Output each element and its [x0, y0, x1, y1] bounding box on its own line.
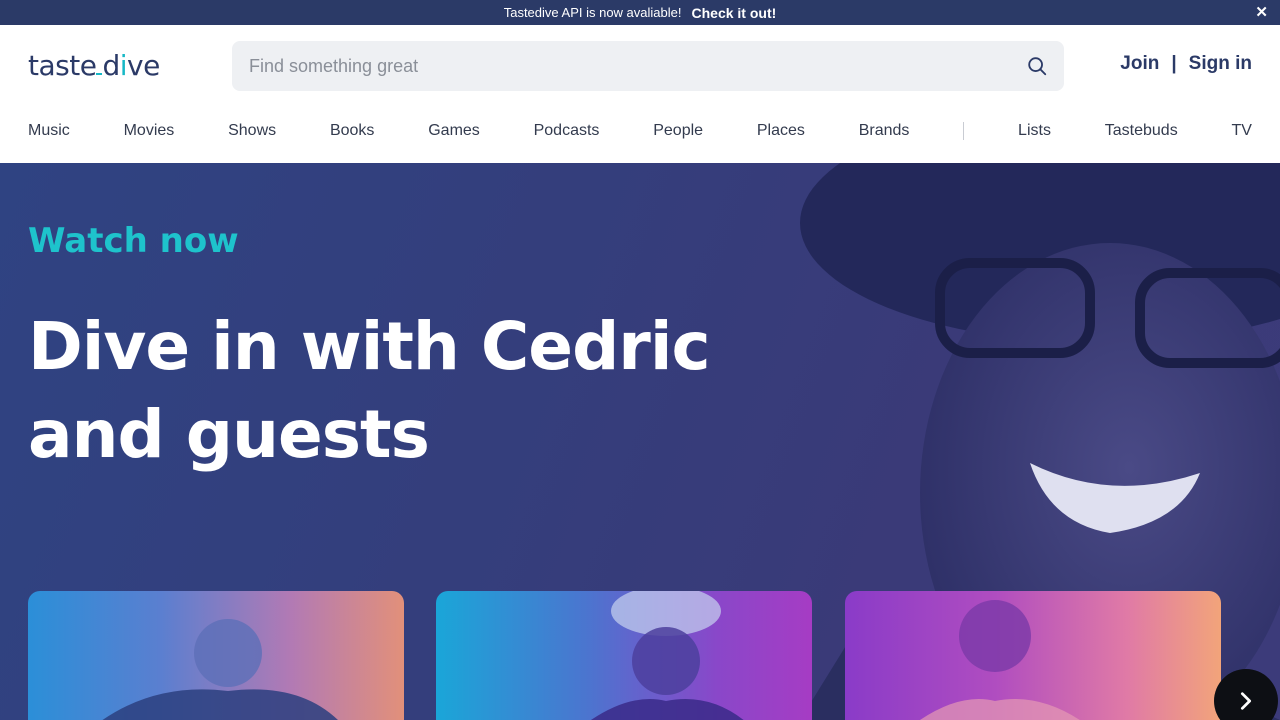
- nav-item-people[interactable]: People: [653, 122, 703, 140]
- nav-item-tastebuds[interactable]: Tastebuds: [1105, 122, 1178, 140]
- episode-card[interactable]: [28, 591, 404, 720]
- join-link[interactable]: Join: [1120, 53, 1159, 75]
- search-bar: [232, 41, 1064, 91]
- hero-eyebrow[interactable]: Watch now: [28, 221, 239, 261]
- nav-divider: [963, 122, 965, 140]
- auth-links: Join | Sign in: [1120, 53, 1252, 75]
- nav-item-brands[interactable]: Brands: [859, 122, 910, 140]
- tastedive-logo[interactable]: taste dive: [28, 49, 160, 82]
- sign-in-link[interactable]: Sign in: [1189, 53, 1252, 75]
- auth-separator: |: [1171, 53, 1177, 74]
- search-input[interactable]: [232, 55, 992, 77]
- episode-card[interactable]: [845, 591, 1221, 720]
- chevron-right-icon: [1240, 692, 1252, 710]
- nav-item-games[interactable]: Games: [428, 122, 480, 140]
- announcement-banner: Tastedive API is now avaliable! Check it…: [0, 0, 1280, 25]
- nav-item-books[interactable]: Books: [330, 122, 374, 140]
- nav-item-tv[interactable]: TV: [1232, 122, 1252, 140]
- close-icon[interactable]: ✕: [1255, 3, 1268, 21]
- category-nav: Music Movies Shows Books Games Podcasts …: [28, 122, 1252, 140]
- hero-section: Watch now Dive in with Cedric and guests: [0, 163, 1280, 720]
- guest-thumbnail-image: [102, 619, 338, 720]
- nav-item-podcasts[interactable]: Podcasts: [534, 122, 600, 140]
- nav-item-shows[interactable]: Shows: [228, 122, 276, 140]
- banner-cta-link[interactable]: Check it out!: [692, 5, 777, 21]
- banner-message: Tastedive API is now avaliable!: [503, 5, 682, 20]
- search-icon[interactable]: [1026, 55, 1048, 77]
- nav-item-lists[interactable]: Lists: [1018, 122, 1051, 140]
- hero-headline: Dive in with Cedric and guests: [28, 308, 711, 473]
- nav-item-music[interactable]: Music: [28, 122, 70, 140]
- episode-card[interactable]: [436, 591, 812, 720]
- nav-item-places[interactable]: Places: [757, 122, 805, 140]
- guest-thumbnail-image: [591, 591, 744, 720]
- site-header: tastedive Join | Sign in Music Movies Sh…: [0, 25, 1280, 163]
- guest-thumbnail-image: [920, 600, 1080, 720]
- nav-item-movies[interactable]: Movies: [124, 122, 175, 140]
